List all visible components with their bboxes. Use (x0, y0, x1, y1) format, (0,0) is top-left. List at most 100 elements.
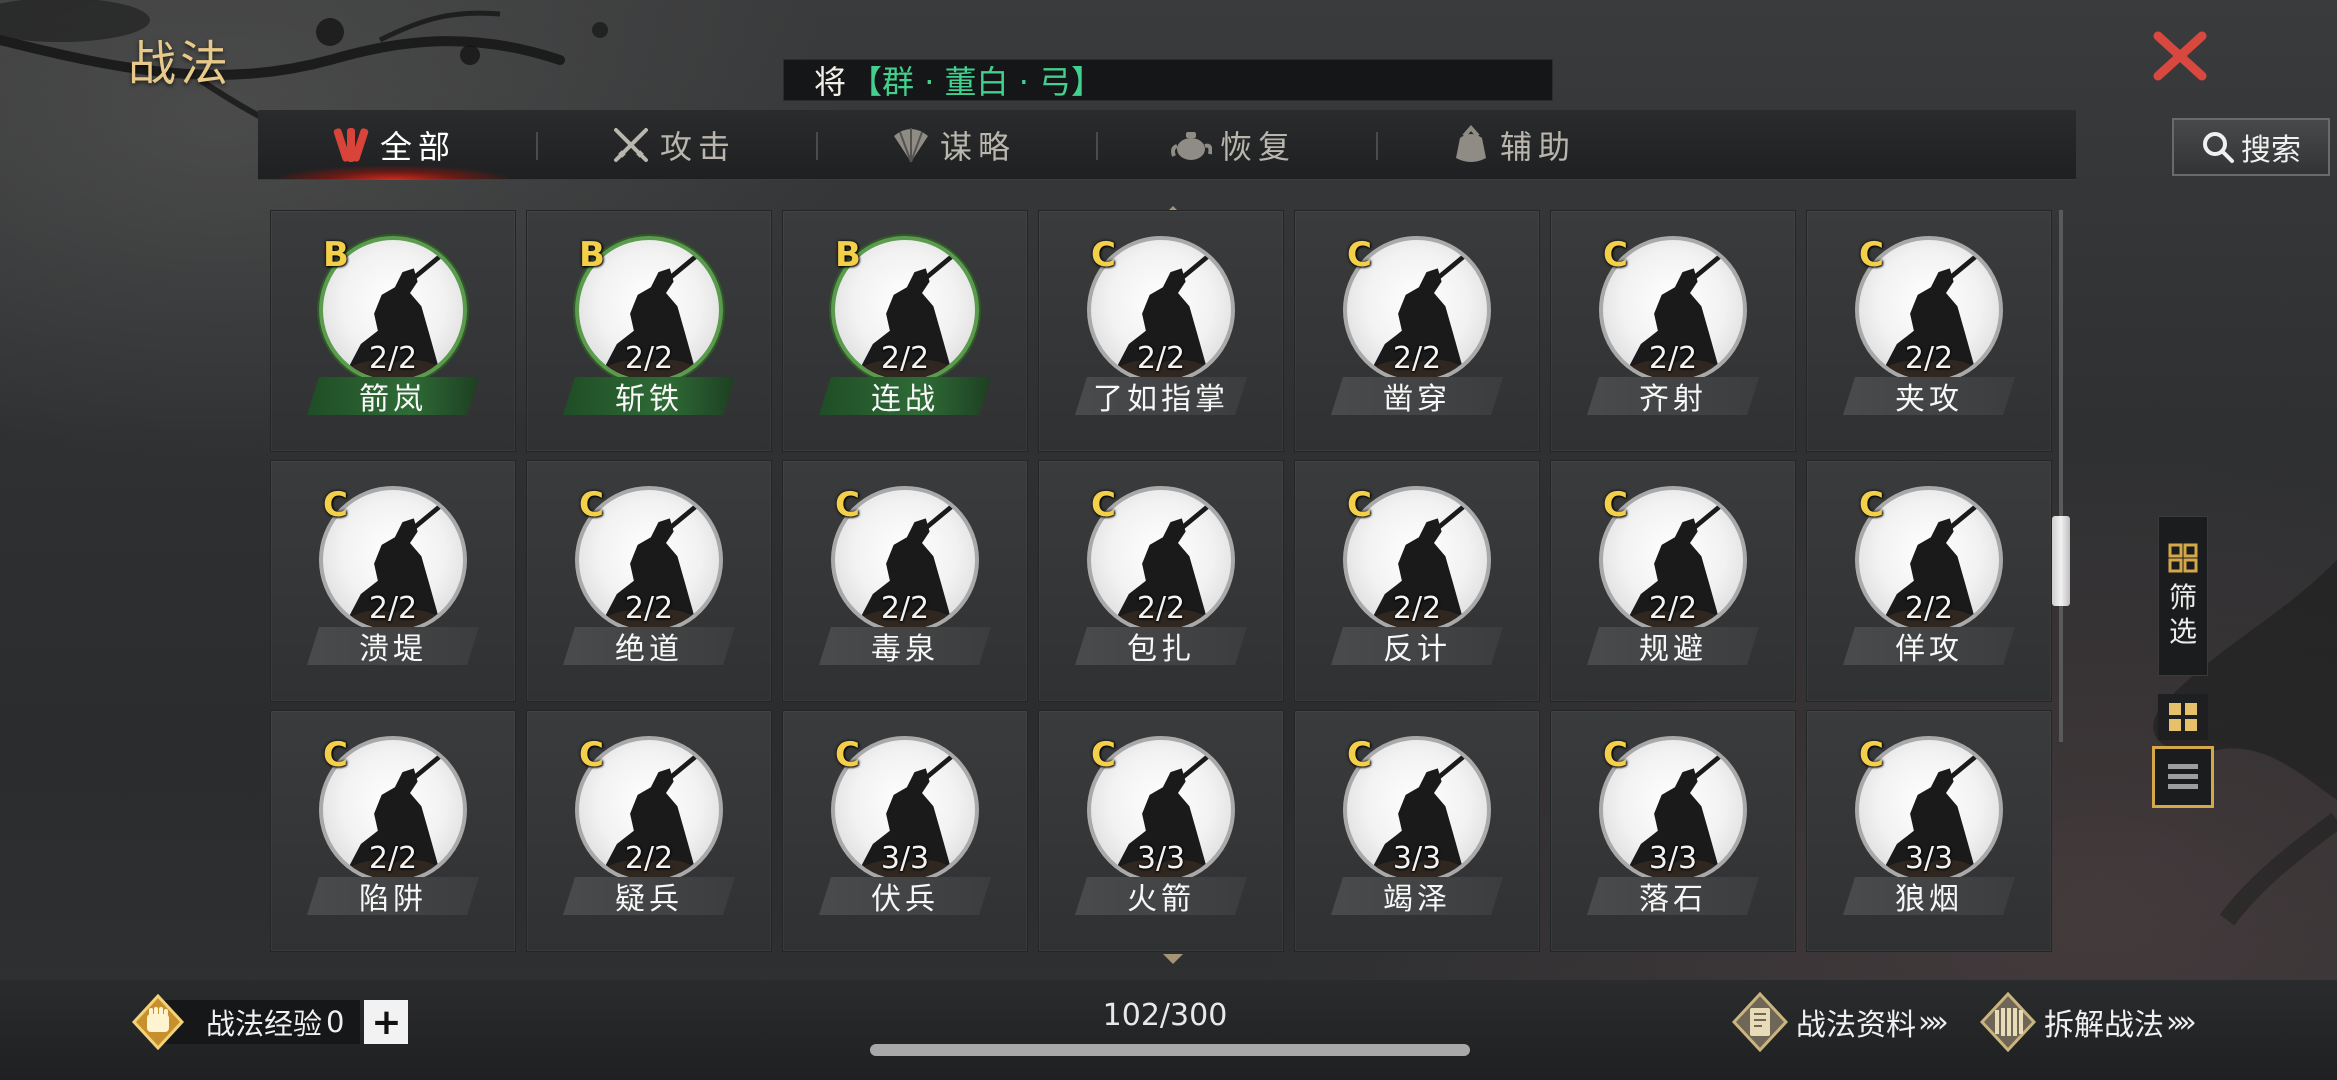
skill-card[interactable]: C 2/2 疑兵 (526, 710, 772, 952)
skill-grade-badge: C (323, 485, 348, 525)
skill-card[interactable]: C 2/2 包扎 (1038, 460, 1284, 702)
skill-uses-count: 2/2 (368, 341, 418, 376)
skill-grade-badge: B (835, 235, 861, 275)
close-button[interactable] (2150, 28, 2210, 84)
fist-badge-icon (131, 994, 185, 1050)
skill-card[interactable]: C 2/2 夹攻 (1806, 210, 2052, 452)
skill-grade-badge: C (1091, 735, 1116, 775)
skill-uses-count: 2/2 (1136, 341, 1186, 376)
scroll-book-icon (1732, 992, 1788, 1052)
chevron-right-icon: »» (1918, 1004, 1949, 1040)
general-banner-tag: 【群 · 董白 · 弓】 (850, 63, 1104, 101)
skill-card[interactable]: C 3/3 伏兵 (782, 710, 1028, 952)
skill-name: 夹攻 (1843, 377, 2015, 415)
skill-name: 包扎 (1075, 627, 1247, 665)
crossed-swords-icon (613, 128, 648, 162)
skill-grade-badge: C (1347, 735, 1372, 775)
skill-uses-count: 2/2 (1648, 341, 1698, 376)
category-tab-bar: 全部 攻击 谋略 恢复 辅助 搜索 (258, 110, 2330, 180)
skill-grade-badge: C (1603, 485, 1628, 525)
skill-grade-badge: C (1603, 735, 1628, 775)
skill-grade-badge: C (835, 735, 860, 775)
search-button[interactable]: 搜索 (2172, 118, 2330, 176)
skill-name: 佯攻 (1843, 627, 2015, 665)
bamboo-slips-icon (1980, 992, 2036, 1052)
scroll-down-arrow (1163, 954, 1183, 964)
add-exp-button[interactable]: + (364, 1000, 409, 1044)
skill-name: 了如指掌 (1075, 377, 1247, 415)
dismantle-skill-link[interactable]: 拆解战法 »» (1980, 992, 2197, 1052)
skill-card[interactable]: C 2/2 齐射 (1550, 210, 1796, 452)
skill-uses-count: 2/2 (1392, 341, 1442, 376)
tab-label: 谋略 (939, 128, 1016, 166)
skill-card[interactable]: C 2/2 绝道 (526, 460, 772, 702)
skill-exp-label: 战法经验 0 (156, 1000, 361, 1044)
search-icon (2203, 132, 2234, 163)
skill-grade-badge: C (835, 485, 860, 525)
skill-name: 齐射 (1587, 377, 1759, 415)
list-view-toggle[interactable] (2152, 746, 2214, 808)
skill-uses-count: 2/2 (880, 341, 930, 376)
filter-grid-icon (2168, 543, 2198, 573)
skill-grade-badge: B (323, 235, 349, 275)
skill-card[interactable]: B 2/2 连战 (782, 210, 1028, 452)
skill-name: 陷阱 (307, 877, 479, 915)
skill-card[interactable]: C 2/2 凿穿 (1294, 210, 1540, 452)
strategy-fan-icon (893, 128, 928, 163)
skill-grade-badge: C (323, 735, 348, 775)
skill-uses-count: 2/2 (1904, 591, 1954, 626)
page-title: 战法 (128, 36, 233, 92)
skill-card[interactable]: C 2/2 了如指掌 (1038, 210, 1284, 452)
tab-label: 全部 (379, 128, 456, 166)
skill-card[interactable]: C 3/3 竭泽 (1294, 710, 1540, 952)
tab-label: 攻击 (659, 128, 736, 166)
skill-card[interactable]: C 3/3 狼烟 (1806, 710, 2052, 952)
filter-label: 筛选 (2168, 581, 2197, 648)
home-indicator[interactable] (870, 1044, 1470, 1056)
skill-name: 疑兵 (563, 877, 735, 915)
skill-name: 凿穿 (1331, 377, 1503, 415)
filter-button[interactable]: 筛选 (2158, 516, 2208, 676)
skill-grade-badge: C (1859, 735, 1884, 775)
tab-support[interactable]: 辅助 (1378, 110, 1648, 180)
skill-uses-count: 3/3 (1392, 841, 1442, 876)
skill-name: 溃堤 (307, 627, 479, 665)
skill-uses-count: 2/2 (624, 341, 674, 376)
grid-view-toggle[interactable] (2158, 694, 2208, 740)
tab-all[interactable]: 全部 (258, 110, 528, 180)
tab-attack[interactable]: 攻击 (538, 110, 808, 180)
skill-grade-badge: C (579, 735, 604, 775)
skill-card[interactable]: B 2/2 斩铁 (526, 210, 772, 452)
skill-card[interactable]: C 3/3 落石 (1550, 710, 1796, 952)
skill-name: 反计 (1331, 627, 1503, 665)
scrollbar-thumb[interactable] (2052, 516, 2070, 606)
skill-name: 连战 (819, 377, 991, 415)
skill-grade-badge: C (1347, 485, 1372, 525)
skill-uses-count: 2/2 (1136, 591, 1186, 626)
skill-card[interactable]: C 3/3 火箭 (1038, 710, 1284, 952)
list-view-icon (2168, 764, 2198, 789)
grid-view-icon (2169, 703, 2197, 731)
skill-name: 落石 (1587, 877, 1759, 915)
skill-card[interactable]: C 2/2 规避 (1550, 460, 1796, 702)
tab-strategy[interactable]: 谋略 (818, 110, 1088, 180)
skill-name: 毒泉 (819, 627, 991, 665)
skill-name: 绝道 (563, 627, 735, 665)
skill-count: 102/300 (1102, 998, 1228, 1033)
skill-grade-badge: C (1347, 235, 1372, 275)
skill-name: 箭岚 (307, 377, 479, 415)
skill-card[interactable]: C 2/2 毒泉 (782, 460, 1028, 702)
skill-card[interactable]: C 2/2 陷阱 (270, 710, 516, 952)
skill-grid: B 2/2 箭岚 B 2/2 斩铁 B 2/2 连战 C 2/2 了如指掌 C 2/2 凿穿 C 2/2 齐射 C 2… (270, 210, 2060, 960)
skill-info-link[interactable]: 战法资料 »» (1732, 992, 1949, 1052)
skill-grade-badge: B (579, 235, 605, 275)
tab-label: 恢复 (1219, 128, 1296, 166)
skill-card[interactable]: C 2/2 溃堤 (270, 460, 516, 702)
skill-uses-count: 3/3 (1136, 841, 1186, 876)
skill-card[interactable]: B 2/2 箭岚 (270, 210, 516, 452)
skill-name: 伏兵 (819, 877, 991, 915)
tab-recovery[interactable]: 恢复 (1098, 110, 1368, 180)
skill-card[interactable]: C 2/2 反计 (1294, 460, 1540, 702)
skill-uses-count: 3/3 (1904, 841, 1954, 876)
skill-card[interactable]: C 2/2 佯攻 (1806, 460, 2052, 702)
